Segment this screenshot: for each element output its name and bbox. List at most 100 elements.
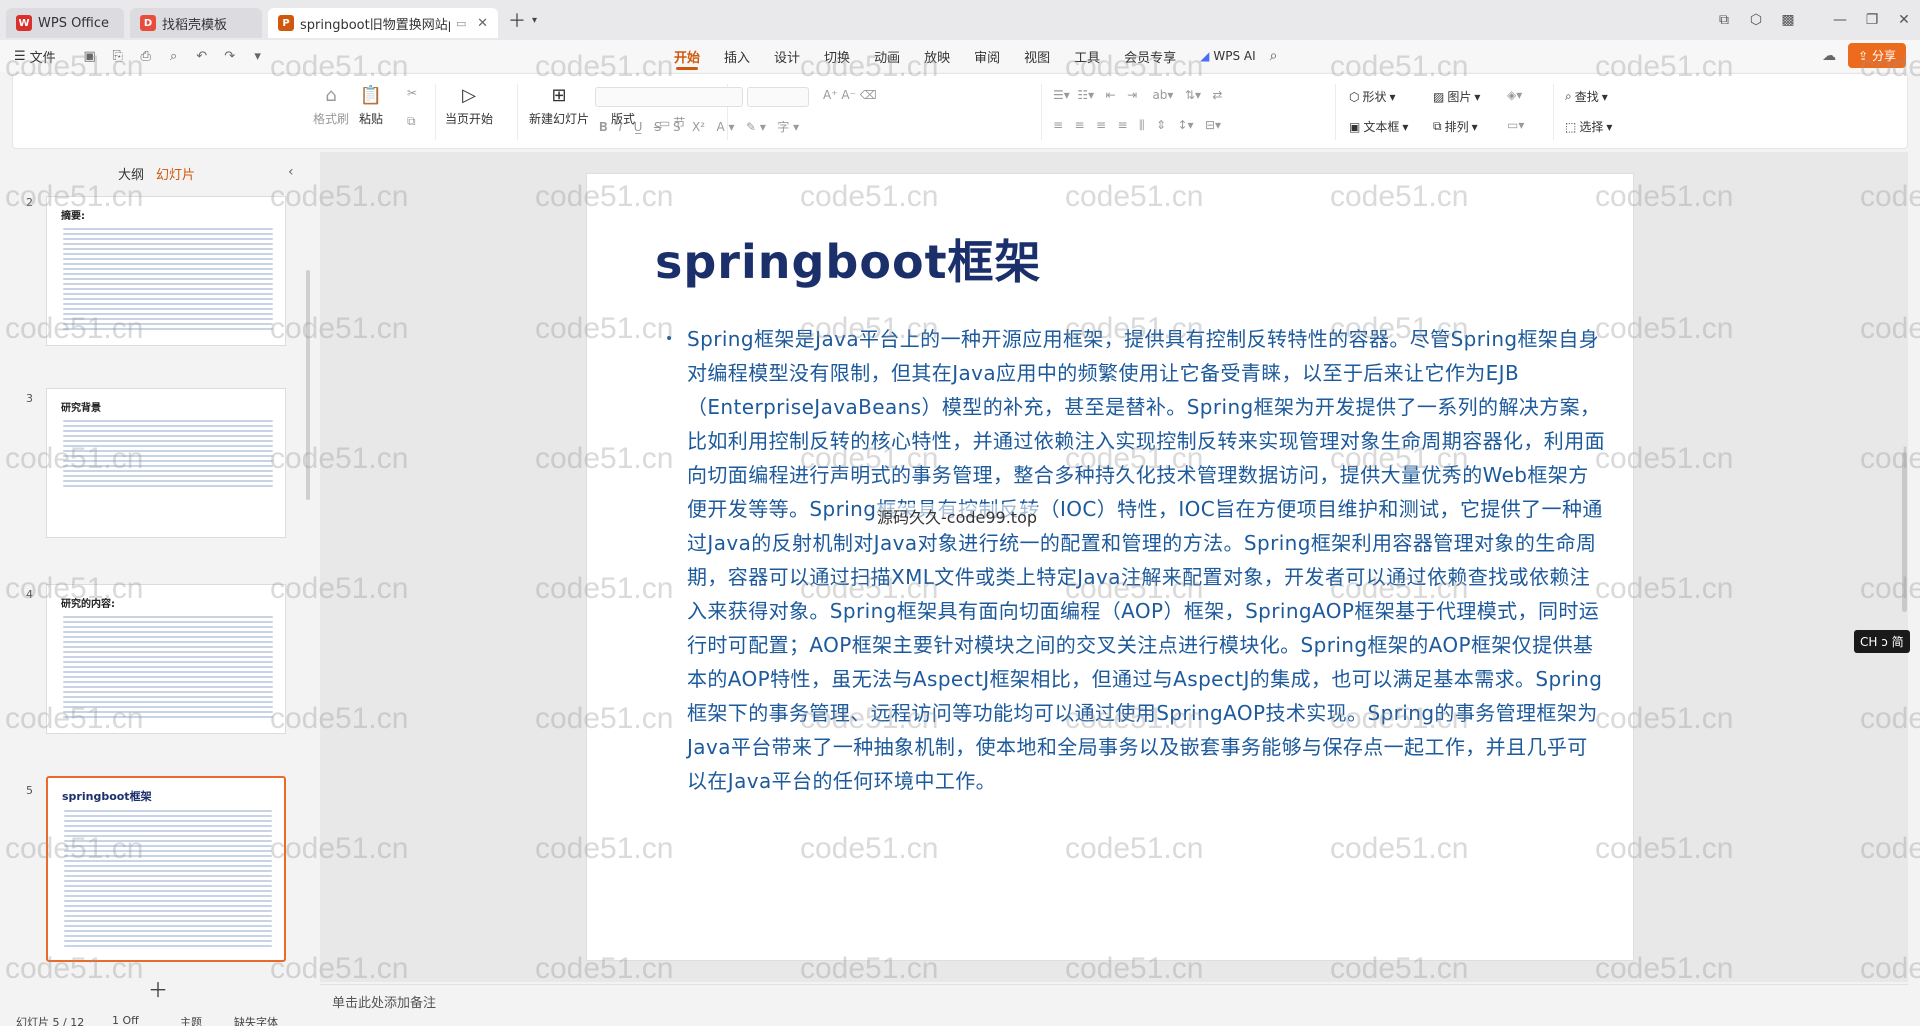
tab-wps-office[interactable]: W WPS Office [6, 8, 124, 38]
theme-label: 主题 [180, 1016, 202, 1026]
font-grow-icon[interactable]: A⁺ A⁻ ⌫ [823, 88, 877, 102]
save-icon[interactable]: ▣ [82, 49, 98, 64]
tab-tools[interactable]: 工具 [1074, 40, 1100, 72]
tab-view[interactable]: 视图 [1024, 40, 1050, 72]
search-icon[interactable]: ⌕ [1270, 48, 1278, 64]
tab-label: 找稻壳模板 [162, 17, 228, 33]
slide-panel: 大纲 幻灯片 ‹ 2 摘要: 3 研究背景 4 研究的内容: 5 springb… [12, 152, 318, 1008]
notes-placeholder: 单击此处添加备注 [332, 996, 437, 1011]
slide-thumbnail-5[interactable]: springboot框架 [46, 776, 286, 962]
file-menu[interactable]: ☰ 文件 [14, 47, 56, 66]
tab-slides[interactable]: 幻灯片 [156, 164, 195, 183]
menu-icon: ☰ [14, 48, 26, 64]
avatar[interactable]: ▩ [1772, 12, 1804, 28]
close-window-icon[interactable]: ✕ [1888, 12, 1920, 28]
print-icon[interactable]: ⎙ [138, 49, 154, 64]
tab-design[interactable]: 设计 [774, 40, 800, 72]
wps-logo-icon: W [16, 15, 32, 31]
tab-transition[interactable]: 切换 [824, 40, 850, 72]
tab-label: WPS Office [38, 15, 110, 31]
ime-indicator[interactable]: CH ᴐ 简 [1854, 630, 1910, 653]
new-slide-icon: ⊞ [551, 84, 567, 106]
new-tab-button[interactable]: ＋ ▾ [508, 7, 537, 33]
fill-icon[interactable]: ◈▾ [1507, 88, 1522, 102]
cloud-upload-icon[interactable]: ☁ [1822, 48, 1836, 64]
pane-tabs: 大纲 幻灯片 [118, 164, 195, 183]
undo-icon[interactable]: ↶ [194, 49, 210, 64]
chevron-left-icon[interactable]: ‹ [288, 164, 294, 180]
play-from-current-button[interactable]: ▷ 当页开始 [445, 82, 493, 127]
font-size-select[interactable] [747, 87, 809, 107]
search-icon: ⌕ [1565, 89, 1572, 103]
tab-presentation[interactable]: P springboot旧物置换网站pp ▭ ✕ [268, 8, 498, 38]
find-button[interactable]: ⌕ 查找 ▾ [1565, 88, 1608, 105]
format-painter-button[interactable]: ⌂ 格式刷 [313, 82, 349, 127]
tab-outline[interactable]: 大纲 [118, 164, 144, 183]
cube-icon[interactable]: ⬡ [1740, 12, 1772, 28]
slide-number: 3 [26, 392, 33, 405]
slide-thumbnail-3[interactable]: 研究背景 [46, 388, 286, 538]
chevron-down-icon[interactable]: ▾ [532, 15, 537, 26]
share-button[interactable]: ⇪ 分享 [1848, 43, 1906, 68]
thumb-title: 摘要: [61, 211, 85, 222]
pdf-status: 1 Off [112, 1014, 139, 1026]
text-format-icons[interactable]: 𝐁 𝐼 U̲ S̶ S X² A ▾ ✎ ▾ 字 ▾ [599, 118, 799, 135]
slide-number: 4 [26, 588, 33, 601]
select-button[interactable]: ⬚ 选择 ▾ [1565, 118, 1612, 135]
slide-info: 幻灯片 5 / 12 [16, 1016, 85, 1026]
slide-title[interactable]: springboot框架 [655, 226, 1042, 292]
tab-home[interactable]: 开始 [674, 40, 700, 72]
arrange-button[interactable]: ⧉ 排列 ▾ [1433, 118, 1478, 135]
thumb-title: springboot框架 [62, 790, 152, 803]
outline-icon[interactable]: ▭▾ [1507, 118, 1524, 132]
list-icons[interactable]: ☰▾ ☷▾ ⇤ ⇥ ab▾ ⇅▾ ⇄ [1053, 88, 1222, 102]
close-tab-icon[interactable]: ✕ [477, 16, 488, 31]
tab-template[interactable]: D 找稻壳模板 [130, 8, 262, 38]
ai-icon: ◢ [1200, 49, 1210, 63]
notes-area[interactable]: 单击此处添加备注 [320, 984, 1908, 1014]
tab-member[interactable]: 会员专享 [1124, 40, 1176, 72]
more-icon[interactable]: ▾ [250, 49, 266, 64]
new-slide-button[interactable]: ⊞ 新建幻灯片 [529, 82, 589, 127]
align-icons[interactable]: ≡ ≡ ≡ ≡ ⫼ ⇕ ↕▾ ⊟▾ [1053, 118, 1221, 133]
tab-slideshow[interactable]: 放映 [924, 40, 950, 72]
add-slide-button[interactable]: ＋ [148, 974, 168, 1003]
restore-icon[interactable]: ❐ [1856, 12, 1888, 28]
slide-canvas: springboot框架 • Spring框架是Java平台上的一种开源应用框架… [320, 152, 1908, 982]
menu-bar: ☰ 文件 ▣ ⎘ ⎙ ⌕ ↶ ↷ ▾ 开始 插入 设计 切换 动画 放映 审阅 视… [0, 40, 1920, 72]
wps-ai-button[interactable]: ◢ WPS AI [1200, 49, 1256, 63]
redo-icon[interactable]: ↷ [222, 49, 238, 64]
tab-review[interactable]: 审阅 [974, 40, 1000, 72]
font-family-select[interactable] [595, 87, 743, 107]
picture-button[interactable]: ▨ 图片 ▾ [1433, 88, 1480, 105]
ribbon-tabs: 开始 插入 设计 切换 动画 放映 审阅 视图 工具 会员专享 ◢ WPS AI … [674, 40, 1278, 72]
slide-thumbnail-2[interactable]: 摘要: [46, 196, 286, 346]
picture-icon: ▨ [1433, 89, 1445, 104]
slide-body-text[interactable]: Spring框架是Java平台上的一种开源应用框架，提供具有控制反转特性的容器。… [687, 322, 1605, 798]
thumbnail-scrollbar[interactable] [306, 270, 310, 500]
paste-button[interactable]: 📋 粘贴 [359, 82, 383, 127]
cut-icon[interactable]: ✂ [407, 86, 417, 100]
ppt-logo-icon: P [278, 15, 294, 31]
preview-icon[interactable]: ⌕ [166, 49, 182, 64]
bullet-icon: • [665, 331, 674, 347]
docer-logo-icon: D [140, 15, 156, 31]
missing-font[interactable]: 缺失字体 [234, 1014, 278, 1026]
export-icon[interactable]: ⎘ [110, 49, 126, 64]
textbox-button[interactable]: ▣ 文本框 ▾ [1349, 118, 1408, 135]
slide-number: 2 [26, 196, 33, 209]
tab-animation[interactable]: 动画 [874, 40, 900, 72]
shape-button[interactable]: ⬡ 形状 ▾ [1349, 88, 1396, 105]
layout-icon[interactable]: ⧉ [1708, 12, 1740, 28]
minimize-icon[interactable]: — [1824, 12, 1856, 28]
thumb-title: 研究背景 [61, 403, 101, 414]
monitor-icon[interactable]: ▭ [456, 17, 466, 30]
canvas-scrollbar[interactable] [1902, 452, 1907, 612]
slide-thumbnail-4[interactable]: 研究的内容: [46, 584, 286, 734]
copy-icon[interactable]: ⧉ [407, 114, 416, 129]
quick-access: ▣ ⎘ ⎙ ⌕ ↶ ↷ ▾ [82, 49, 266, 64]
brush-icon: ⌂ [325, 84, 337, 106]
window-tab-bar: W WPS Office D 找稻壳模板 P springboot旧物置换网站p… [0, 0, 1920, 40]
tab-insert[interactable]: 插入 [724, 40, 750, 72]
current-slide[interactable]: springboot框架 • Spring框架是Java平台上的一种开源应用框架… [586, 173, 1634, 961]
